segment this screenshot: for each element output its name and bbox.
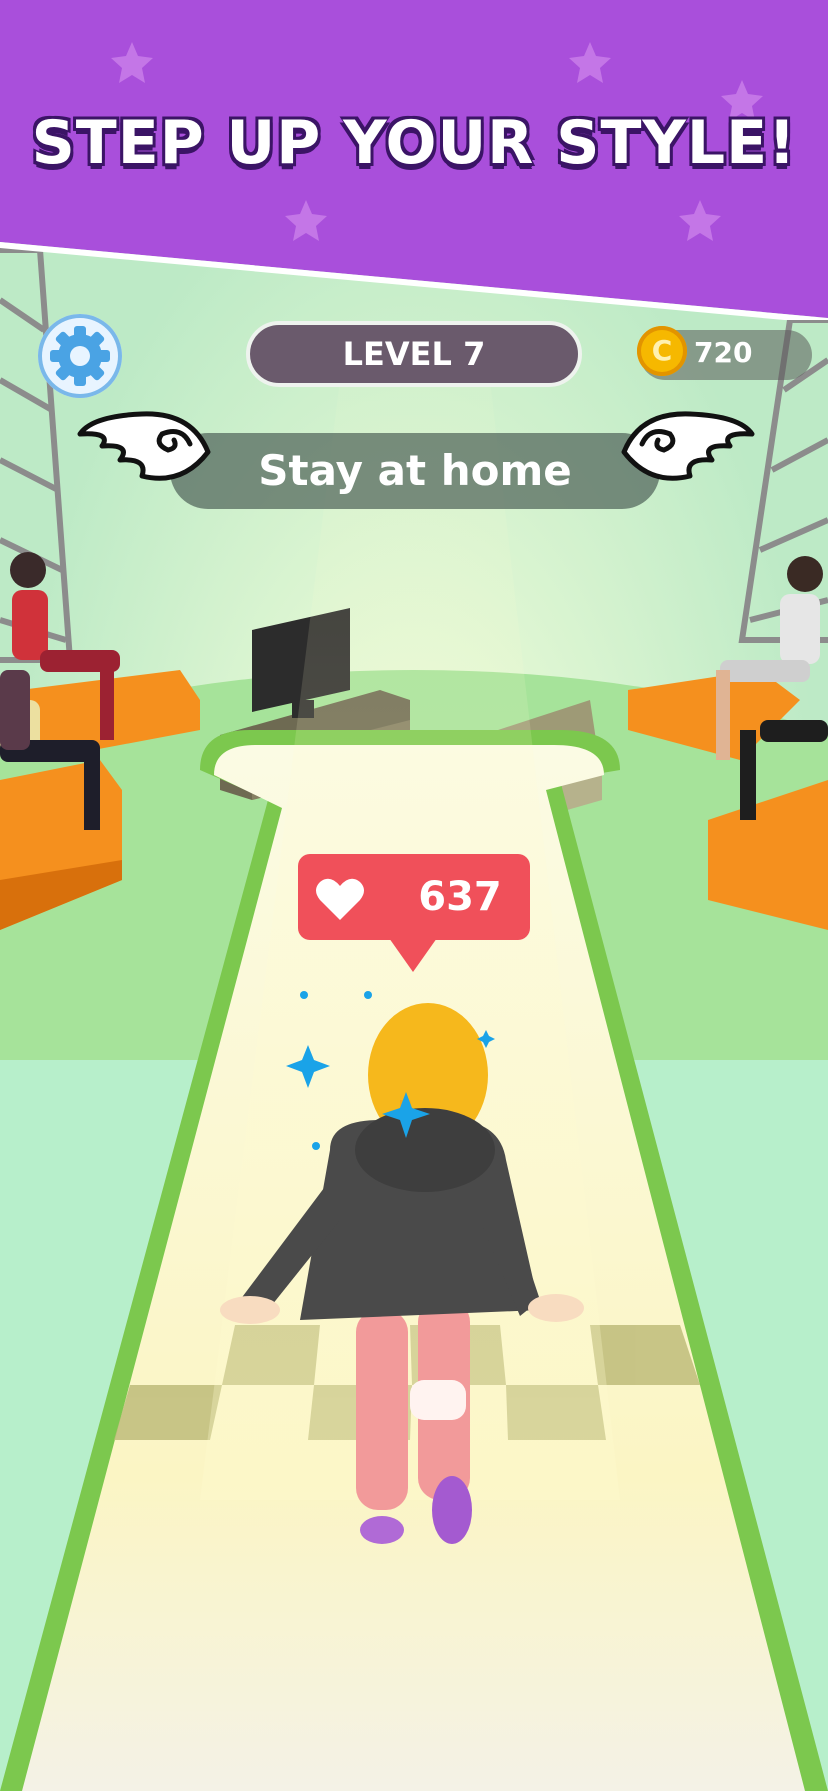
game-screen: STEP UP YOUR STYLE! LEVEL 7 C 720 Stay a… bbox=[0, 0, 828, 1791]
coin-value: 720 bbox=[694, 336, 753, 369]
likes-bubble-tail bbox=[389, 938, 437, 972]
gear-icon bbox=[50, 326, 110, 386]
likes-count: 637 bbox=[418, 874, 502, 920]
coin-icon: C bbox=[637, 326, 687, 376]
heart-icon bbox=[316, 878, 364, 920]
level-indicator: LEVEL 7 bbox=[246, 321, 582, 387]
left-wing-icon bbox=[77, 411, 211, 481]
settings-button[interactable] bbox=[38, 314, 122, 398]
right-wing-icon bbox=[621, 411, 755, 481]
mission-label: Stay at home bbox=[170, 433, 660, 509]
banner-title: STEP UP YOUR STYLE! bbox=[31, 108, 797, 178]
